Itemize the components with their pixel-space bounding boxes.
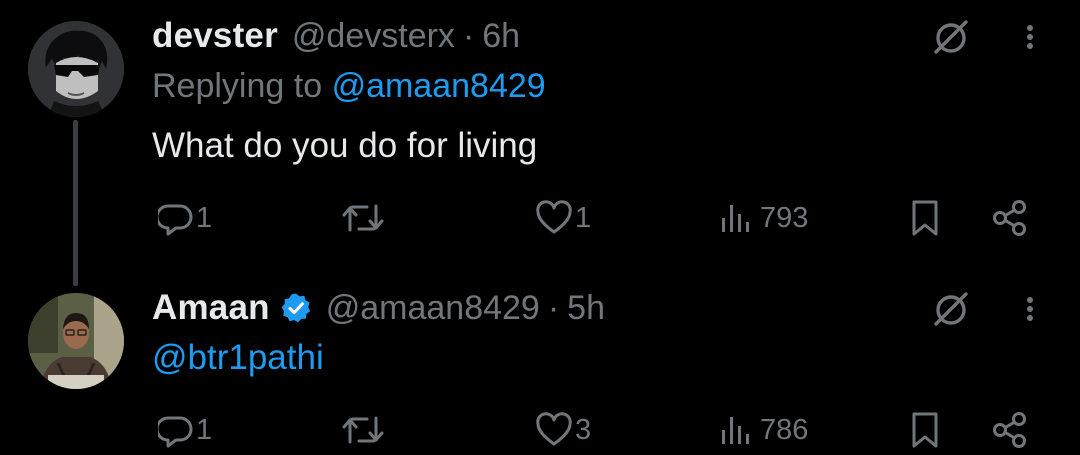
timestamp[interactable]: 6h	[482, 17, 520, 56]
like-count: 3	[575, 413, 592, 446]
avatar[interactable]	[28, 293, 124, 389]
tweet-actions: 1 1 793	[0, 196, 1080, 240]
views-icon	[722, 417, 749, 444]
more-vertical-icon[interactable]	[1018, 17, 1042, 57]
repost-icon	[342, 416, 384, 444]
anime-character-avatar-icon	[28, 21, 124, 117]
reply-button[interactable]: 1	[158, 408, 212, 452]
view-count: 793	[760, 201, 809, 234]
replying-to-label: Replying to	[152, 67, 323, 105]
user-handle[interactable]: @amaan8429	[326, 289, 540, 328]
bookmark-button[interactable]	[908, 196, 942, 240]
like-button[interactable]: 3	[535, 408, 591, 452]
bookmark-button[interactable]	[908, 408, 942, 452]
reply-icon	[158, 416, 193, 448]
separator-dot: ·	[462, 16, 475, 55]
tweet-header: devster @devsterx · 6h	[152, 14, 520, 58]
timestamp[interactable]: 5h	[567, 289, 605, 328]
separator-dot: ·	[547, 288, 560, 327]
reply-count: 1	[196, 413, 213, 446]
tweet-amaan[interactable]: Amaan @amaan8429 · 5h @btr1pathi 1 3 786	[0, 270, 1080, 455]
display-name[interactable]: devster	[152, 16, 278, 56]
bookmark-icon	[912, 200, 938, 236]
repost-button[interactable]	[341, 408, 387, 452]
avatar[interactable]	[28, 21, 124, 117]
tweet-text-mention[interactable]: @btr1pathi	[152, 338, 324, 378]
reply-icon	[158, 204, 193, 236]
replying-to-mention[interactable]: @amaan8429	[332, 67, 546, 105]
reply-count: 1	[196, 201, 213, 234]
view-count: 786	[760, 413, 809, 446]
views-button[interactable]: 786	[718, 408, 808, 452]
heart-icon	[536, 200, 572, 234]
more-vertical-icon[interactable]	[1018, 289, 1042, 329]
bookmark-icon	[912, 412, 938, 448]
repost-icon	[342, 204, 384, 232]
verified-badge-icon	[281, 293, 310, 323]
reply-button[interactable]: 1	[158, 196, 212, 240]
person-photo-avatar-icon	[28, 293, 124, 389]
share-button[interactable]	[990, 196, 1028, 240]
views-button[interactable]: 793	[718, 196, 808, 240]
tweet-actions: 1 3 786	[0, 408, 1080, 452]
replying-to-line: Replying to @amaan8429	[152, 67, 546, 106]
like-count: 1	[575, 201, 592, 234]
tweet-header: Amaan @amaan8429 · 5h	[152, 286, 605, 330]
grok-icon[interactable]	[930, 17, 970, 57]
tweet-devster[interactable]: devster @devsterx · 6h Replying to @amaa…	[0, 0, 1080, 286]
grok-icon[interactable]	[930, 289, 970, 329]
heart-icon	[536, 412, 572, 446]
share-icon	[993, 412, 1026, 448]
like-button[interactable]: 1	[535, 196, 591, 240]
share-icon	[993, 200, 1026, 236]
repost-button[interactable]	[341, 196, 387, 240]
user-handle[interactable]: @devsterx	[292, 17, 455, 56]
tweet-text: What do you do for living	[152, 126, 538, 165]
display-name[interactable]: Amaan	[152, 288, 270, 328]
views-icon	[722, 205, 749, 232]
share-button[interactable]	[990, 408, 1028, 452]
